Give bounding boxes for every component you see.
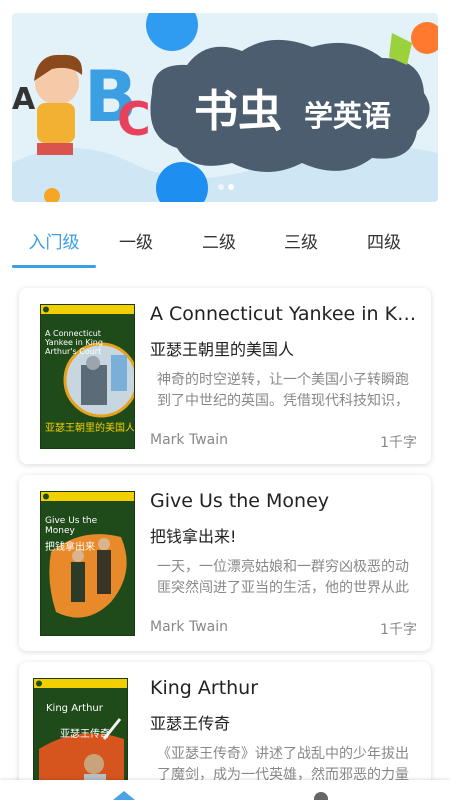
book-description: 一天，一位漂亮姑娘和一群穷凶极恶的动匪突然闯进了亚当的生活，他的世界从此变了。 [157,559,409,596]
banner-letter-a: A [12,82,36,117]
banner-dot-active[interactable] [228,184,234,190]
book-title: Give Us the Money [150,490,330,512]
cover-title-en: A Connecticut Yankee in King Arthur's Co… [45,329,103,356]
cover-title-cn: 把钱拿出来 [45,542,95,553]
cover-title-en: Give Us the Money [45,516,98,536]
active-tab-indicator [12,265,96,268]
book-title: A Connecticut Yankee in King Arthur's Co… [150,303,418,325]
book-title: King Arthur [150,677,259,699]
home-icon[interactable] [113,791,135,800]
user-icon[interactable] [314,792,328,800]
level-tabs: 入门级 一级 二级 三级 四级 [0,218,450,270]
tab-level-4[interactable]: 四级 [342,228,426,253]
banner-illustration: B C A 书虫 学英语 [12,13,438,202]
book-cover: Give Us the Money 把钱拿出来 [40,491,135,636]
tab-level-2[interactable]: 二级 [177,228,261,253]
banner-title: 书虫 [194,86,282,137]
book-title-cn: 亚瑟王朝里的美国人 [150,340,295,359]
book-card[interactable]: A Connecticut Yankee in King Arthur's Co… [19,288,431,464]
book-card[interactable]: Give Us the Money 把钱拿出来 Give Us the Mone… [19,475,431,651]
cover-title-en: King Arthur [46,703,103,714]
book-author: Mark Twain [150,432,228,448]
cover-title-cn: 亚瑟王传奇 [60,729,110,740]
banner-letter-c: C [117,92,151,146]
book-title-cn: 亚瑟王传奇 [150,714,231,733]
tab-level-1[interactable]: 一级 [94,228,178,253]
book-cover: A Connecticut Yankee in King Arthur's Co… [40,304,135,449]
banner-subtitle: 学英语 [304,99,391,133]
cover-title-cn: 亚瑟王朝里的美国人 [45,423,135,434]
bottom-nav [0,780,450,800]
book-author: Mark Twain [150,619,228,635]
book-title-cn: 把钱拿出来! [150,527,237,546]
book-description: 神奇的时空逆转，让一个美国小子转瞬跑到了中世纪的英国。凭借现代科技知识，他成为了… [157,372,409,409]
tab-level-3[interactable]: 三级 [259,228,343,253]
book-word-count: 1千字 [380,622,417,638]
banner-dot[interactable] [218,184,224,190]
promo-banner[interactable]: B C A 书虫 学英语 [12,13,438,202]
tab-beginner[interactable]: 入门级 [12,228,96,253]
book-word-count: 1千字 [380,435,417,451]
